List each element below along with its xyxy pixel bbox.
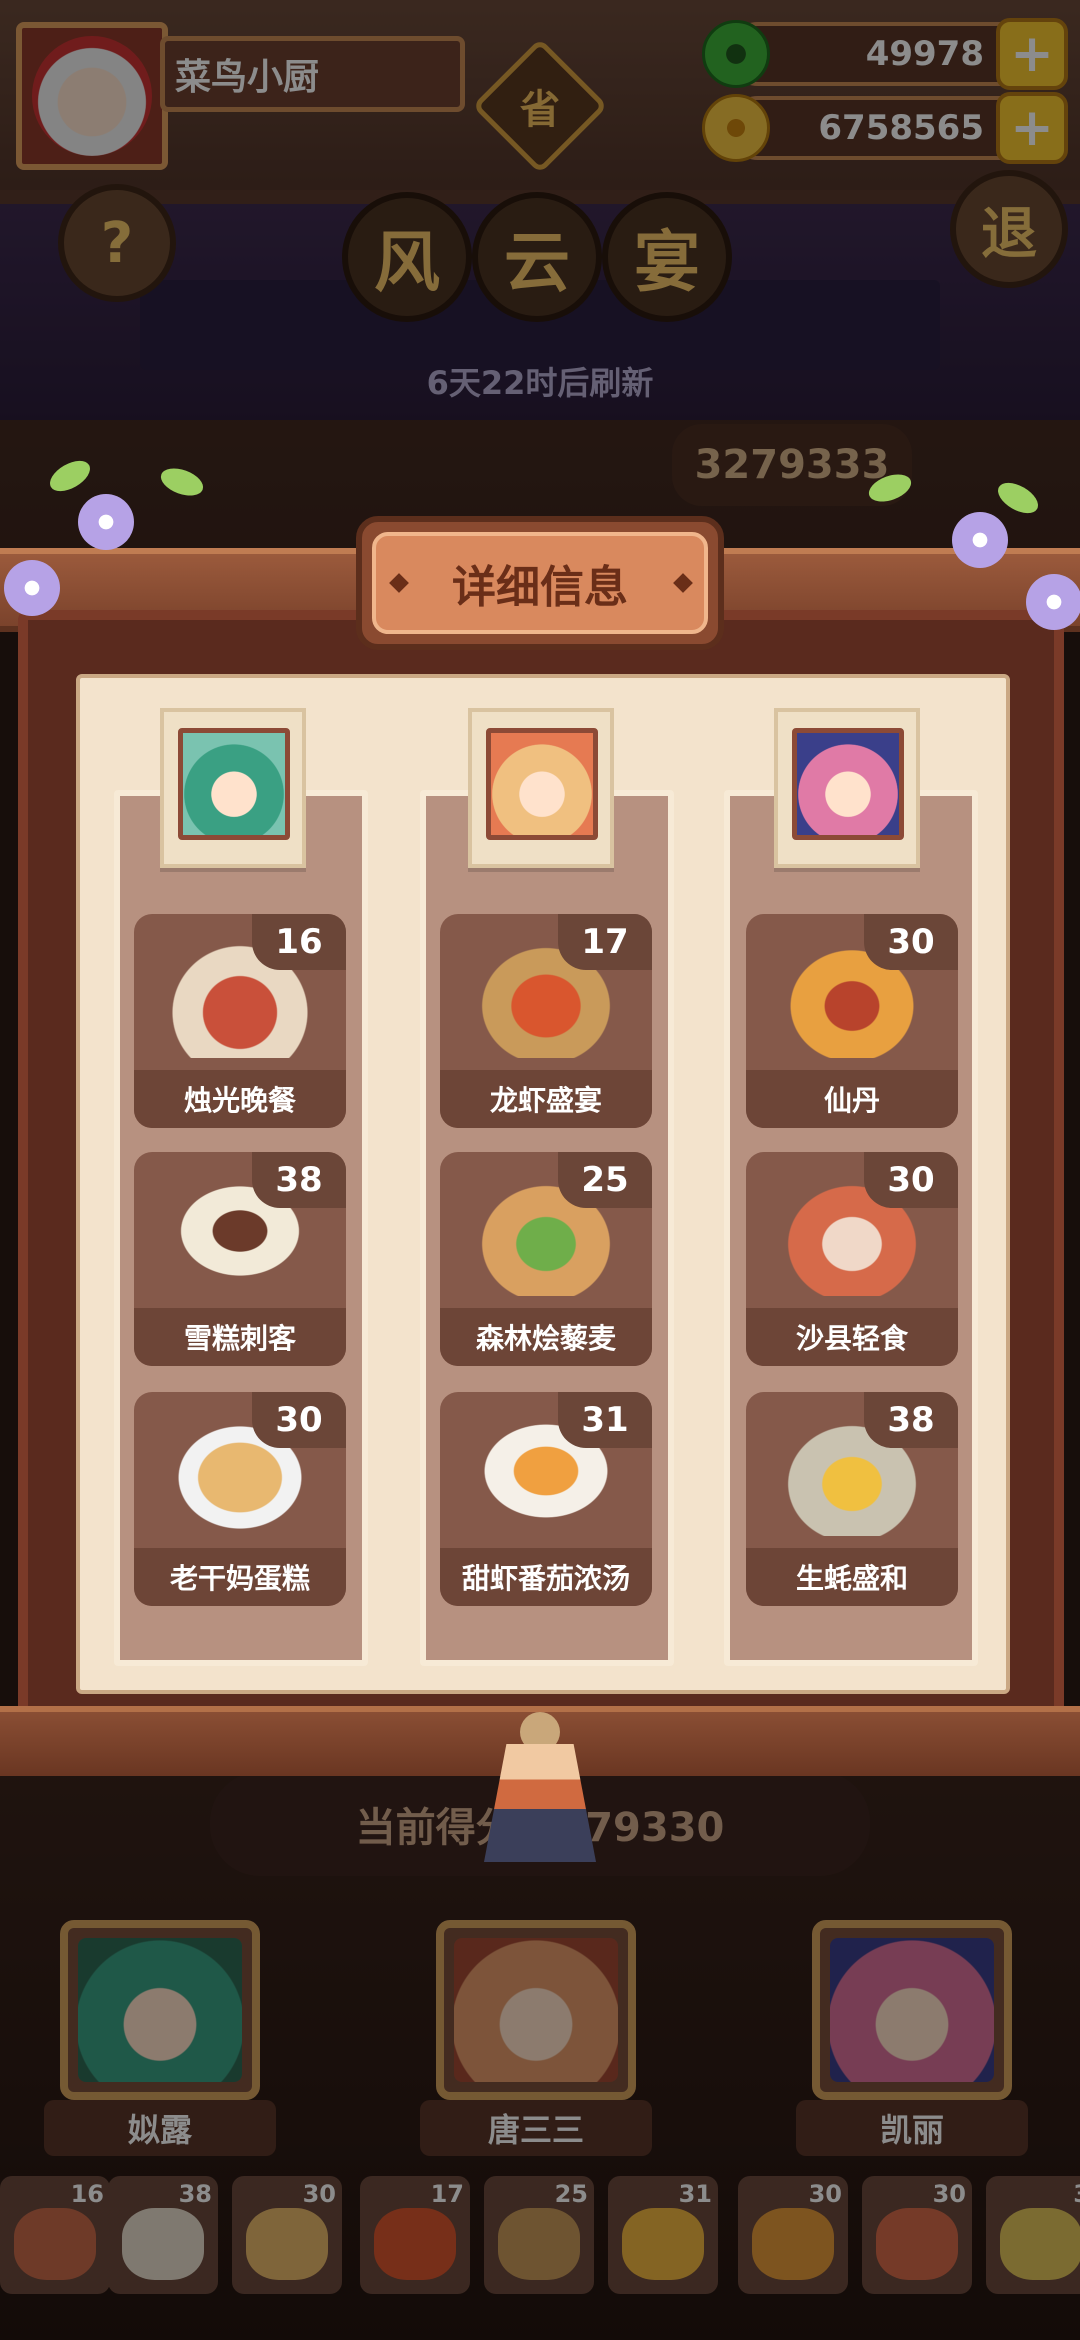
dish-card[interactable]: 16 烛光晚餐: [134, 914, 346, 1128]
dish-name: 老干妈蛋糕: [134, 1548, 346, 1606]
chef-portrait-1: [160, 708, 306, 868]
dish-card[interactable]: 17 龙虾盛宴: [440, 914, 652, 1128]
chef-portrait-icon: [792, 728, 904, 840]
dish-card[interactable]: 30 老干妈蛋糕: [134, 1392, 346, 1606]
modal-title: 详细信息: [372, 532, 708, 634]
dish-name: 生蚝盛和: [746, 1548, 958, 1606]
flower-icon: [952, 512, 1008, 568]
dish-count: 16: [252, 914, 346, 970]
chef-portrait-icon: [178, 728, 290, 840]
dish-count: 17: [558, 914, 652, 970]
dish-card[interactable]: 38 雪糕刺客: [134, 1152, 346, 1366]
dish-card[interactable]: 31 甜虾番茄浓汤: [440, 1392, 652, 1606]
dish-name: 烛光晚餐: [134, 1070, 346, 1128]
dish-name: 森林烩藜麦: [440, 1308, 652, 1366]
dish-name: 龙虾盛宴: [440, 1070, 652, 1128]
dish-card[interactable]: 25 森林烩藜麦: [440, 1152, 652, 1366]
dish-count: 31: [558, 1392, 652, 1448]
dish-card[interactable]: 38 生蚝盛和: [746, 1392, 958, 1606]
chef-portrait-2: [468, 708, 614, 868]
dish-name: 雪糕刺客: [134, 1308, 346, 1366]
dish-count: 30: [864, 914, 958, 970]
chef-portrait-3: [774, 708, 920, 868]
dish-count: 30: [252, 1392, 346, 1448]
dish-count: 30: [864, 1152, 958, 1208]
flower-icon: [4, 560, 60, 616]
flower-icon: [1026, 574, 1080, 630]
dish-count: 38: [252, 1152, 346, 1208]
dish-name: 甜虾番茄浓汤: [440, 1548, 652, 1606]
dish-name: 仙丹: [746, 1070, 958, 1128]
dish-count: 38: [864, 1392, 958, 1448]
flower-icon: [78, 494, 134, 550]
dish-card[interactable]: 30 仙丹: [746, 914, 958, 1128]
chef-portrait-icon: [486, 728, 598, 840]
dish-card[interactable]: 30 沙县轻食: [746, 1152, 958, 1366]
dish-count: 25: [558, 1152, 652, 1208]
dish-name: 沙县轻食: [746, 1308, 958, 1366]
